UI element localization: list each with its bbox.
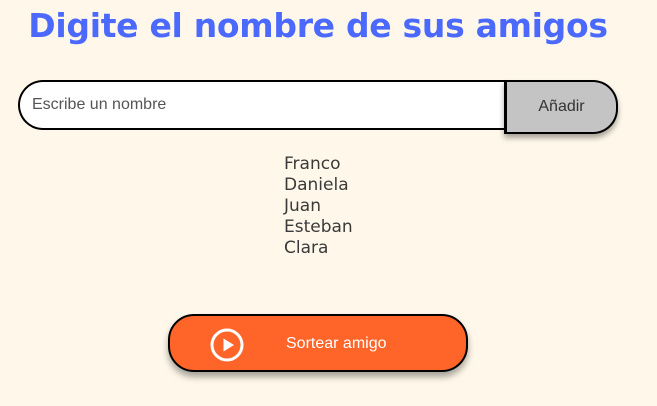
list-item: Daniela <box>284 175 349 195</box>
play-circle-icon <box>210 328 244 362</box>
friends-list: Franco Daniela Juan Esteban Clara <box>284 154 353 259</box>
add-button[interactable]: Añadir <box>504 80 618 134</box>
draw-button-label: Sortear amigo <box>286 335 387 352</box>
list-item: Franco <box>284 154 341 174</box>
name-input[interactable] <box>18 80 506 130</box>
list-item: Clara <box>284 238 329 258</box>
list-item: Esteban <box>284 217 353 237</box>
list-item: Juan <box>284 196 321 216</box>
draw-friend-button[interactable]: Sortear amigo <box>168 314 468 372</box>
name-entry-row: Añadir <box>18 80 618 134</box>
page-title: Digite el nombre de sus amigos <box>28 6 608 45</box>
